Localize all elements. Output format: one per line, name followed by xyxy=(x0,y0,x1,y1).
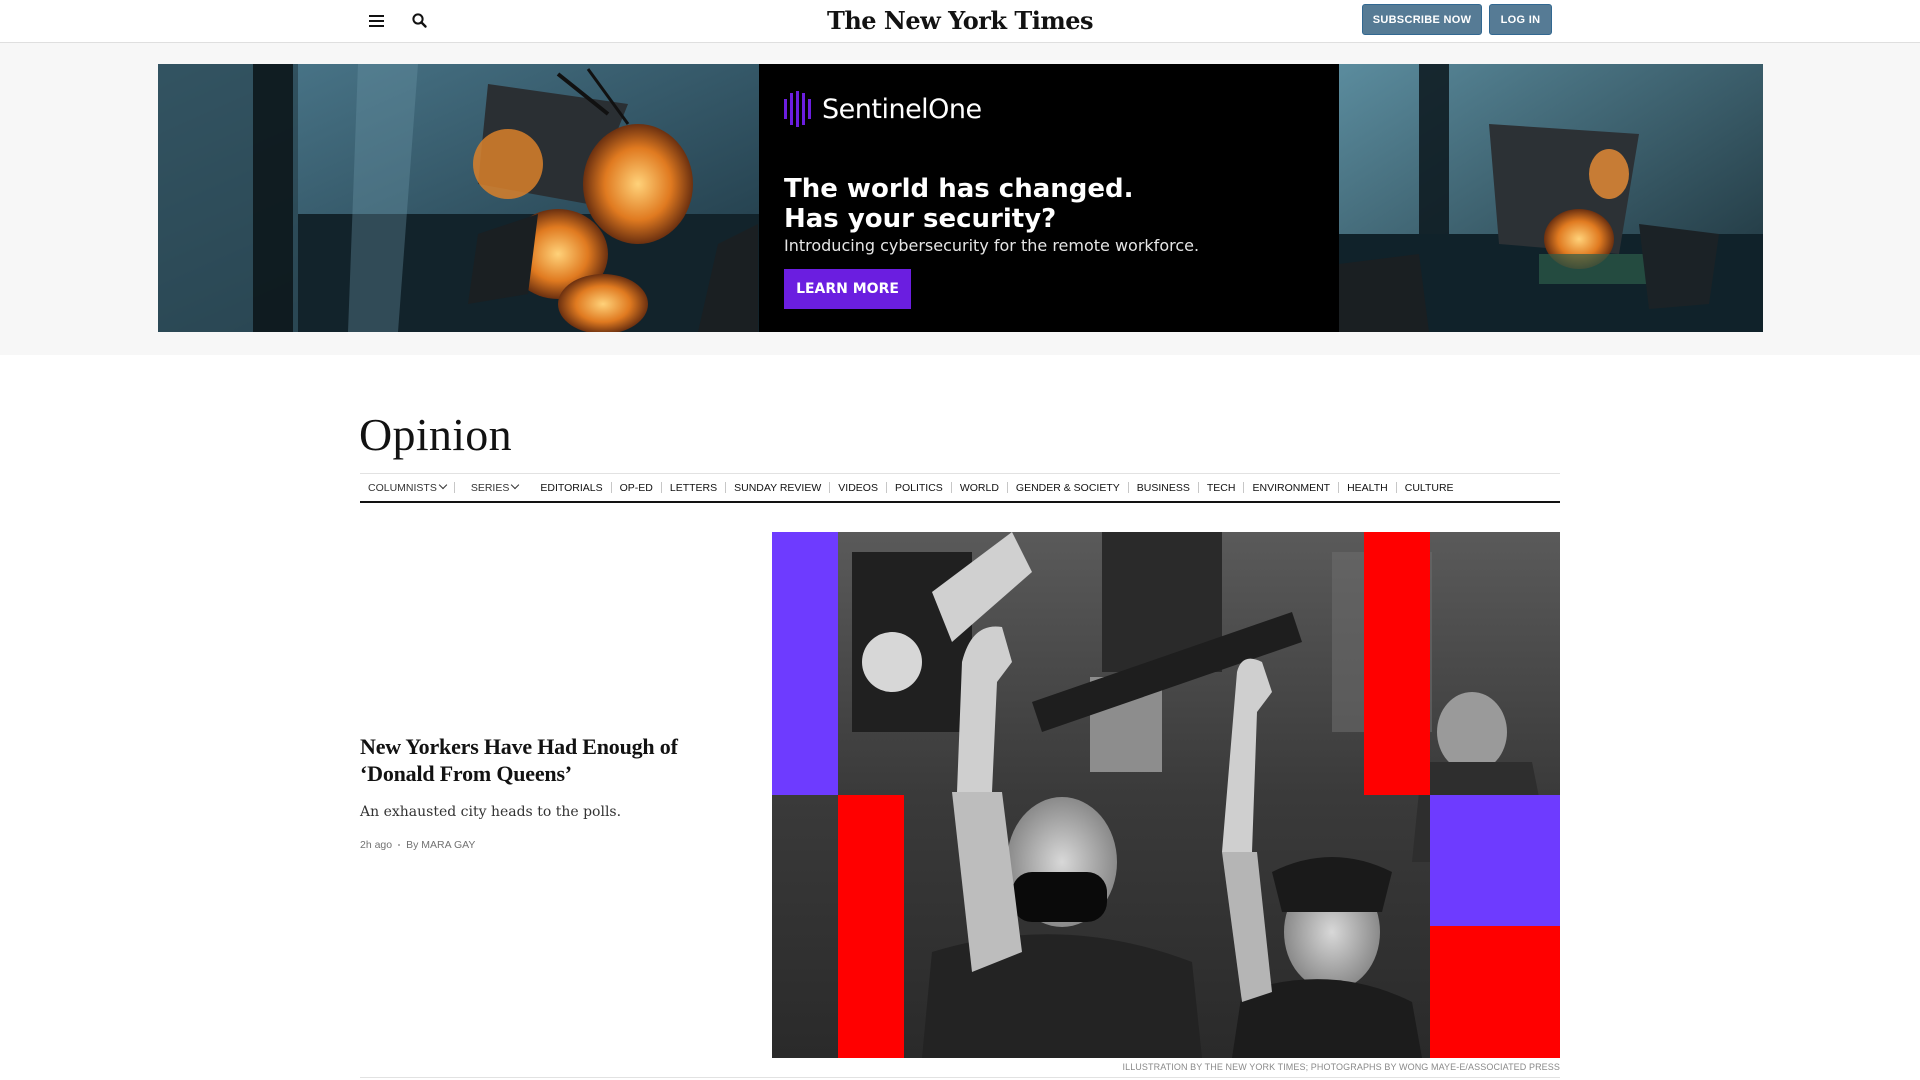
subnav-health[interactable]: HEALTH xyxy=(1339,482,1396,494)
ad-headline-line2: Has your security? xyxy=(784,204,1057,234)
subnav-editorials[interactable]: EDITORIALS xyxy=(526,482,610,494)
subnav-business[interactable]: BUSINESS xyxy=(1129,482,1198,494)
story-byline: By MARA GAY xyxy=(406,839,476,851)
meta-separator-dot xyxy=(398,844,401,846)
menu-icon[interactable] xyxy=(367,11,387,31)
sentinelone-mark-icon xyxy=(784,91,811,127)
ad-image-right xyxy=(1339,64,1763,332)
subnav-columnists-label: COLUMNISTS xyxy=(368,481,437,494)
lead-story: New Yorkers Have Had Enough of ‘Donald F… xyxy=(360,733,710,851)
sentinelone-logo: SentinelOne xyxy=(784,89,982,129)
opinion-subnav: COLUMNISTS SERIES EDITORIALS OP-ED LETTE… xyxy=(360,473,1560,503)
story-headline[interactable]: New Yorkers Have Had Enough of ‘Donald F… xyxy=(360,733,710,787)
subnav-series[interactable]: SERIES xyxy=(455,480,527,494)
subnav-world[interactable]: WORLD xyxy=(952,482,1007,494)
ad-subtext: Introducing cybersecurity for the remote… xyxy=(784,236,1200,255)
chevron-down-icon xyxy=(438,480,448,489)
subnav-gender-society[interactable]: GENDER & SOCIETY xyxy=(1008,482,1128,494)
subscribe-button[interactable]: SUBSCRIBE NOW xyxy=(1362,4,1482,35)
subnav-op-ed[interactable]: OP-ED xyxy=(612,482,661,494)
chevron-down-icon xyxy=(511,480,520,489)
subnav-videos[interactable]: VIDEOS xyxy=(830,482,886,494)
subnav-environment[interactable]: ENVIRONMENT xyxy=(1244,482,1338,494)
subnav-tech[interactable]: TECH xyxy=(1199,482,1244,494)
subnav-culture[interactable]: CULTURE xyxy=(1397,482,1462,494)
subnav-columnists[interactable]: COLUMNISTS xyxy=(360,480,454,494)
nyt-logo-text[interactable]: The New York Times xyxy=(827,6,1094,35)
ad-banner[interactable]: SentinelOne The world has changed. Has y… xyxy=(158,64,1763,332)
ad-brand-name: SentinelOne xyxy=(822,93,982,125)
subnav-letters[interactable]: LETTERS xyxy=(662,482,725,494)
image-credit: ILLUSTRATION BY THE NEW YORK TIMES; PHOT… xyxy=(1122,1062,1560,1072)
ad-headline: The world has changed. Has your security… xyxy=(784,174,1134,234)
nyt-logo: The New York Times xyxy=(0,6,1920,35)
masthead-bar: The New York Times SUBSCRIBE NOW LOG IN xyxy=(0,0,1920,43)
ad-region: SentinelOne The world has changed. Has y… xyxy=(0,43,1920,355)
section-divider xyxy=(360,1077,1560,1078)
subnav-series-label: SERIES xyxy=(470,481,510,494)
subnav-politics[interactable]: POLITICS xyxy=(887,482,951,494)
ad-copy-panel: SentinelOne The world has changed. Has y… xyxy=(759,64,1339,332)
section-title[interactable]: Opinion xyxy=(359,408,512,461)
story-summary: An exhausted city heads to the polls. xyxy=(360,804,622,820)
ad-learn-more-button[interactable]: LEARN MORE xyxy=(784,269,911,309)
search-icon[interactable] xyxy=(410,11,430,31)
ad-image-left xyxy=(158,64,759,332)
story-meta: 2h ago By MARA GAY xyxy=(360,839,710,851)
login-button[interactable]: LOG IN xyxy=(1489,4,1552,35)
subnav-sunday-review[interactable]: SUNDAY REVIEW xyxy=(726,482,829,494)
ad-headline-line1: The world has changed. xyxy=(784,174,1134,204)
story-timestamp: 2h ago xyxy=(360,839,393,851)
lead-story-image[interactable] xyxy=(772,532,1560,1058)
